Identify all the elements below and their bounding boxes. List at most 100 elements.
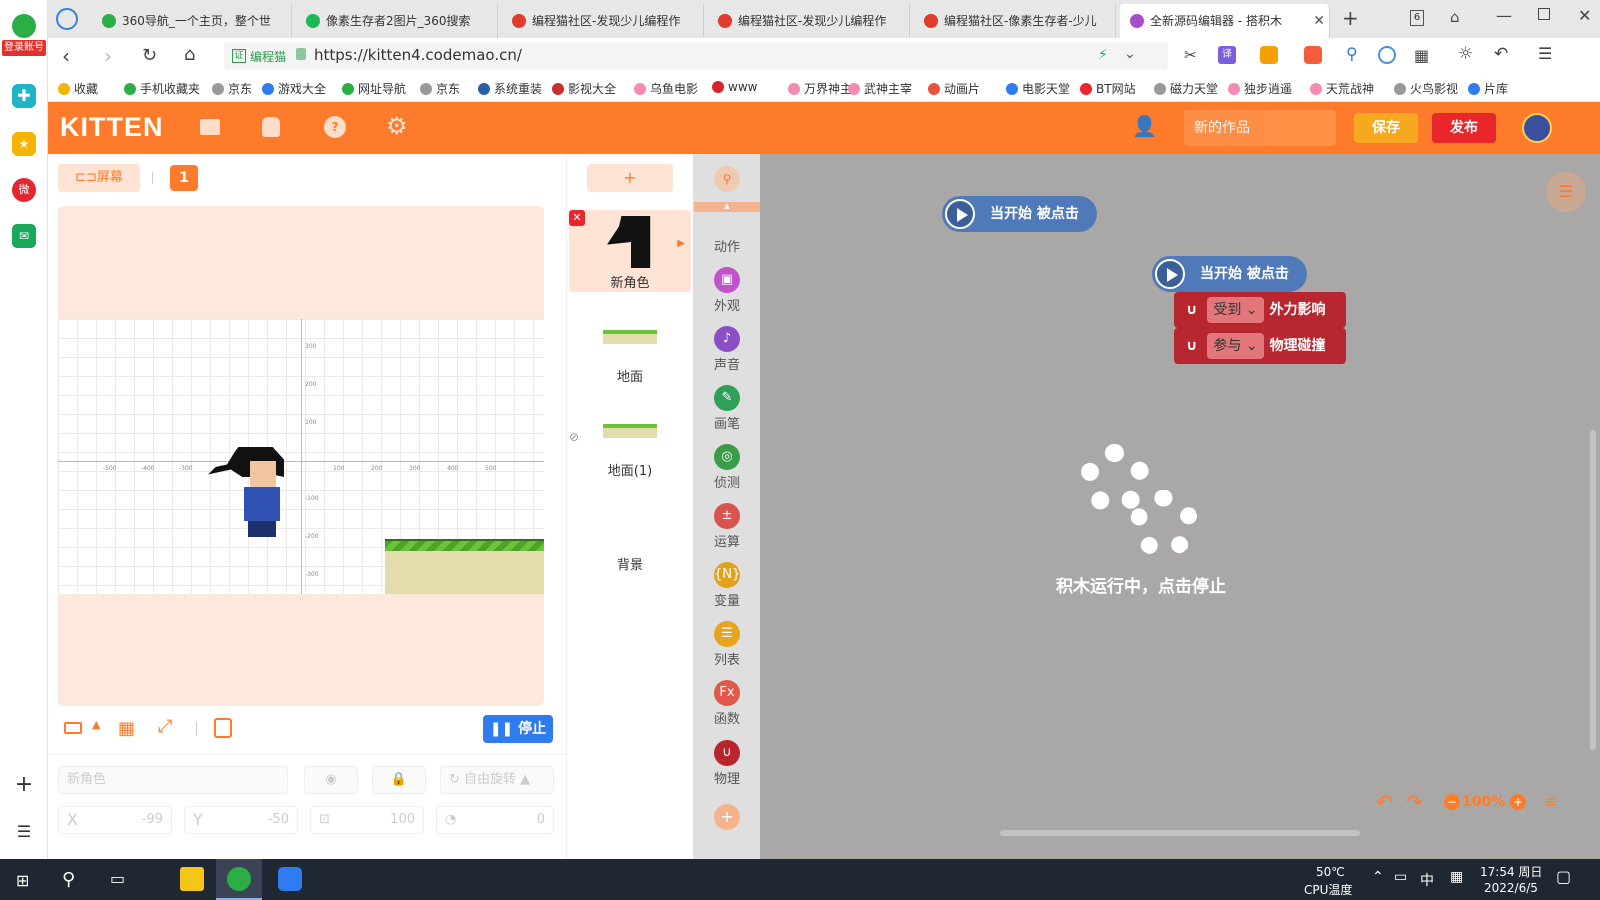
- lock-toggle[interactable]: 🔒: [372, 766, 426, 794]
- back-nav-icon[interactable]: [56, 8, 78, 30]
- bird-app-icon[interactable]: [278, 867, 302, 891]
- restore-icon[interactable]: [1538, 8, 1550, 20]
- stage-size-icon[interactable]: [64, 722, 82, 734]
- keyboard-icon[interactable]: ▦: [1450, 869, 1463, 885]
- sprite-card[interactable]: 地面(1): [587, 398, 673, 480]
- taskbar-search-icon[interactable]: ⚲: [62, 869, 75, 890]
- apps-icon[interactable]: ▦: [1414, 46, 1429, 65]
- notification-icon[interactable]: ▢: [1556, 867, 1571, 886]
- reload-icon[interactable]: ↻: [142, 45, 157, 66]
- bookmark-item[interactable]: 动画片: [928, 80, 980, 97]
- bookmark-item[interactable]: 京东: [420, 80, 460, 97]
- category-3[interactable]: ✎ 画笔: [694, 385, 760, 432]
- home-icon[interactable]: ⌂: [184, 44, 195, 65]
- sidebar-star-icon[interactable]: ★: [12, 132, 36, 156]
- browser-logo-icon[interactable]: [12, 14, 36, 38]
- clock-date[interactable]: 2022/6/5: [1484, 881, 1538, 895]
- bookmark-item[interactable]: 独步逍遥: [1228, 80, 1292, 97]
- x-field[interactable]: X -99: [58, 806, 172, 834]
- loading-gears-icon[interactable]: [1076, 444, 1198, 564]
- rotation-field[interactable]: ◔ 0: [436, 806, 554, 834]
- align-icon[interactable]: ≡: [1544, 792, 1557, 811]
- horizontal-scrollbar[interactable]: [1000, 830, 1360, 836]
- undo-icon[interactable]: ↶: [1494, 44, 1508, 64]
- category-7[interactable]: ☰ 列表: [694, 621, 760, 668]
- fullscreen-icon[interactable]: ⤢: [158, 716, 172, 737]
- bookmark-item[interactable]: 京东: [212, 80, 252, 97]
- bookmark-item[interactable]: 电影天堂: [1006, 80, 1070, 97]
- browser-tab[interactable]: 像素生存者2图片_360搜索: [296, 4, 498, 38]
- stage-canvas[interactable]: -500 -400 -300 -200 -100 100 200 300 400 500 300 20…: [58, 206, 544, 706]
- screen-number-tab[interactable]: 1: [170, 165, 198, 191]
- ie-icon[interactable]: [1378, 46, 1396, 64]
- minimize-icon[interactable]: —: [1496, 6, 1512, 25]
- bookmark-item[interactable]: 火鸟影视: [1394, 80, 1458, 97]
- game-icon[interactable]: [1304, 46, 1322, 64]
- sprite-name-input[interactable]: 新角色: [58, 766, 288, 794]
- category-4[interactable]: ◎ 侦测: [694, 444, 760, 491]
- photos-app-icon[interactable]: [180, 867, 204, 891]
- scissors-icon[interactable]: ✂: [1184, 46, 1197, 64]
- weibo-icon[interactable]: 微: [12, 178, 36, 202]
- add-user-icon[interactable]: 👤: [1132, 114, 1157, 138]
- redo-block-icon[interactable]: ↷: [1406, 790, 1423, 814]
- mail-icon[interactable]: ✉: [12, 224, 36, 248]
- sidebar-plus-icon[interactable]: ✚: [12, 84, 36, 108]
- category-1[interactable]: ▣ 外观: [694, 267, 760, 314]
- vertical-scrollbar[interactable]: [1590, 430, 1596, 750]
- bookmark-item[interactable]: 磁力天堂: [1154, 80, 1218, 97]
- bookmark-item[interactable]: 游戏大全: [262, 80, 326, 97]
- when-start-block[interactable]: 当开始 被点击: [942, 196, 1097, 232]
- category-9[interactable]: ∪ 物理: [694, 740, 760, 787]
- url-text[interactable]: https://kitten4.codemao.cn/: [314, 46, 522, 64]
- category-8[interactable]: Fx 函数: [694, 680, 760, 727]
- clock-time[interactable]: 17:54 周日: [1480, 863, 1542, 880]
- new-tab-button[interactable]: +: [1342, 6, 1359, 30]
- translate-icon[interactable]: 译: [1218, 46, 1236, 64]
- window-close-icon[interactable]: ✕: [1578, 6, 1591, 25]
- sidebar-menu-icon[interactable]: ☰: [12, 822, 36, 846]
- screen-button[interactable]: ⊏⊐屏幕: [58, 164, 140, 192]
- bookmark-item[interactable]: 网址导航: [342, 80, 406, 97]
- settings-gear-icon[interactable]: ⚙: [386, 112, 408, 140]
- browser-tab[interactable]: 编程猫社区-发现少儿编程作: [708, 4, 910, 38]
- app-logo[interactable]: KITTEN: [60, 112, 164, 143]
- block-search-icon[interactable]: ⚲: [714, 166, 740, 192]
- lightning-icon[interactable]: ⚡: [1098, 47, 1108, 63]
- forward-icon[interactable]: ›: [104, 44, 112, 68]
- bookmark-item[interactable]: 万界神主: [788, 80, 852, 97]
- physics-force-block[interactable]: ∪ 受到 ⌄ 外力影响: [1174, 292, 1346, 328]
- add-extension-icon[interactable]: +: [714, 804, 740, 830]
- login-label[interactable]: 登录账号: [2, 40, 46, 56]
- category-5[interactable]: ± 运算: [694, 503, 760, 550]
- rotation-mode-select[interactable]: ↻ 自由旋转 ▲: [440, 766, 554, 794]
- network-icon[interactable]: ▭: [1394, 869, 1407, 885]
- folder-icon[interactable]: [200, 119, 220, 135]
- shirt-icon[interactable]: ⌂: [1450, 8, 1460, 26]
- category-6[interactable]: {N} 变量: [694, 562, 760, 609]
- bookmark-item[interactable]: 收藏: [58, 80, 98, 97]
- running-text[interactable]: 积木运行中，点击停止: [1036, 572, 1246, 597]
- avatar[interactable]: [1522, 113, 1552, 143]
- backpack-icon[interactable]: [262, 117, 280, 137]
- y-field[interactable]: Y -50: [184, 806, 298, 834]
- caret-up-icon[interactable]: ▲: [92, 718, 100, 731]
- block-workspace[interactable]: ☰ 当开始 被点击 当开始 被点击 ∪ 受到 ⌄ 外力影响 ∪ 参与 ⌄ 物理碰撞 积木…: [760, 154, 1600, 859]
- project-name-input[interactable]: 新的作品: [1184, 110, 1336, 146]
- sprite-card[interactable]: 地面: [587, 304, 673, 386]
- browser-tab[interactable]: 360导航_一个主页，整个世: [92, 4, 292, 38]
- workspace-search-icon[interactable]: ☰: [1546, 172, 1586, 212]
- bookmark-item[interactable]: BT网站: [1080, 80, 1136, 97]
- save-button[interactable]: 保存: [1354, 113, 1418, 143]
- shield-icon[interactable]: [1260, 46, 1278, 64]
- undo-block-icon[interactable]: ↶: [1376, 790, 1393, 814]
- publish-button[interactable]: 发布: [1432, 113, 1496, 143]
- bookmark-item[interactable]: www: [712, 80, 757, 94]
- tab-close-icon[interactable]: ✕: [1313, 4, 1325, 38]
- help-icon[interactable]: ?: [324, 116, 346, 138]
- add-sprite-button[interactable]: +: [587, 164, 673, 192]
- address-bar[interactable]: 证 编程猫 https://kitten4.codemao.cn/ ⚡ ⌄: [224, 42, 1168, 70]
- bookmark-item[interactable]: 乌鱼电影: [634, 80, 698, 97]
- category-0[interactable]: ▸动作: [694, 208, 760, 255]
- search-icon[interactable]: ⚲: [1346, 44, 1358, 63]
